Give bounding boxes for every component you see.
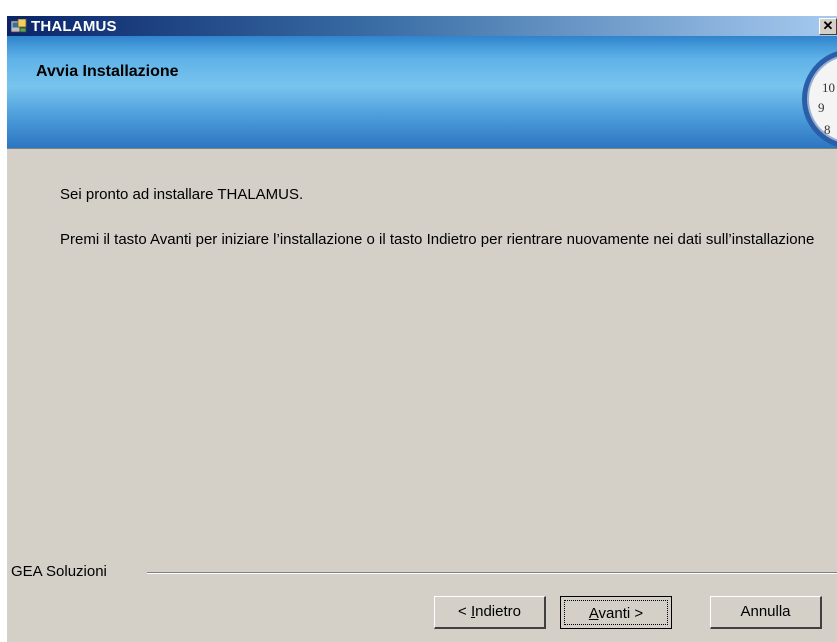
back-button[interactable]: < Indietro bbox=[434, 596, 546, 629]
title-bar[interactable]: THALAMUS ✕ bbox=[7, 16, 837, 36]
installer-window: THALAMUS ✕ Avvia Installazione 1 10 9 8 … bbox=[7, 16, 837, 642]
header-banner: Avvia Installazione 1 10 9 8 bbox=[7, 36, 837, 149]
cancel-button[interactable]: Annulla bbox=[710, 596, 822, 629]
next-button-label: vanti > bbox=[598, 605, 644, 622]
next-button[interactable]: Avanti > bbox=[560, 596, 672, 629]
close-button[interactable]: ✕ bbox=[819, 18, 837, 35]
page-title: Avvia Installazione bbox=[36, 63, 179, 80]
ready-message: Sei pronto ad installare THALAMUS. bbox=[60, 186, 304, 203]
close-icon: ✕ bbox=[822, 18, 834, 33]
brand-label: GEA Soluzioni bbox=[11, 563, 107, 580]
back-button-label: ndietro bbox=[475, 603, 521, 620]
clock-number-8: 8 bbox=[824, 122, 831, 137]
back-button-prefix: < bbox=[458, 603, 471, 620]
clock-number-9: 9 bbox=[818, 100, 825, 115]
next-button-focus-ring: Avanti > bbox=[564, 600, 668, 625]
footer-divider bbox=[147, 572, 837, 574]
window-title: THALAMUS bbox=[31, 18, 117, 35]
instruction-message: Premi il tasto Avanti per iniziare l’ins… bbox=[60, 231, 815, 248]
clock-icon: 1 10 9 8 bbox=[802, 51, 837, 147]
clock-number-10: 10 bbox=[822, 80, 835, 95]
next-button-mnemonic: A bbox=[588, 605, 599, 622]
setup-icon bbox=[11, 19, 27, 33]
